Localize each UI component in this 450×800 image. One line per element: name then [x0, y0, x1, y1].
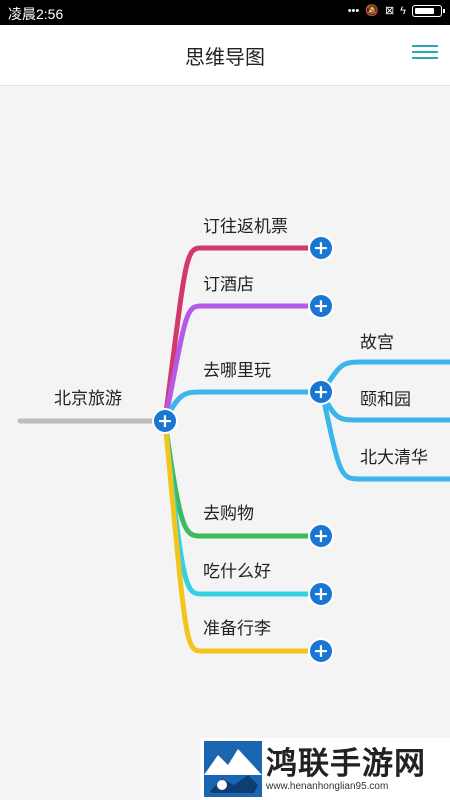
add-node-plus-icon[interactable]: + — [310, 640, 332, 662]
branch-label-sights[interactable]: 去哪里玩 — [203, 356, 271, 381]
add-node-plus-icon[interactable]: + — [310, 381, 332, 403]
app-bar: 思维导图 — [0, 25, 450, 86]
mindmap-root-label[interactable]: 北京旅游 — [54, 384, 122, 409]
root-plus-icon[interactable]: + — [154, 410, 176, 432]
charging-icon: ϟ — [400, 5, 406, 17]
sub-label-gugong[interactable]: 故宫 — [360, 328, 394, 353]
add-node-plus-icon[interactable]: + — [310, 525, 332, 547]
add-node-plus-icon[interactable]: + — [310, 583, 332, 605]
branch-label-flights[interactable]: 订往返机票 — [203, 212, 288, 237]
hamburger-menu-icon[interactable] — [412, 41, 438, 65]
mindmap-canvas[interactable]: 北京旅游 + 订往返机票 订酒店 去哪里玩 去购物 吃什么好 准备行李 + + … — [0, 86, 450, 800]
branch-label-hotel[interactable]: 订酒店 — [203, 270, 254, 295]
status-icons: ••• 🔕 ⊠ ϟ — [347, 4, 445, 18]
dots-icon: ••• — [347, 5, 360, 17]
status-bar: 凌晨2:56 ••• 🔕 ⊠ ϟ — [0, 0, 450, 25]
page-title: 思维导图 — [185, 45, 265, 69]
add-node-plus-icon[interactable]: + — [310, 237, 332, 259]
watermark: 鸿联手游网 www.henanhonglian95.com — [200, 738, 450, 800]
branch-connector-sights — [162, 389, 322, 423]
sub-label-beida[interactable]: 北大清华 — [360, 443, 428, 468]
sub-label-yiheyuan[interactable]: 颐和园 — [360, 385, 411, 410]
battery-icon — [412, 5, 445, 17]
branch-label-food[interactable]: 吃什么好 — [203, 557, 271, 582]
status-time: 凌晨2:56 — [8, 6, 64, 22]
branch-label-shopping[interactable]: 去购物 — [203, 499, 254, 524]
watermark-logo-icon — [204, 741, 262, 797]
watermark-text: 鸿联手游网 — [266, 746, 426, 782]
watermark-url: www.henanhonglian95.com — [266, 781, 389, 792]
mute-icon: 🔕 — [365, 5, 379, 17]
sim-off-icon: ⊠ — [384, 5, 395, 17]
branch-label-luggage[interactable]: 准备行李 — [203, 614, 271, 639]
add-node-plus-icon[interactable]: + — [310, 295, 332, 317]
